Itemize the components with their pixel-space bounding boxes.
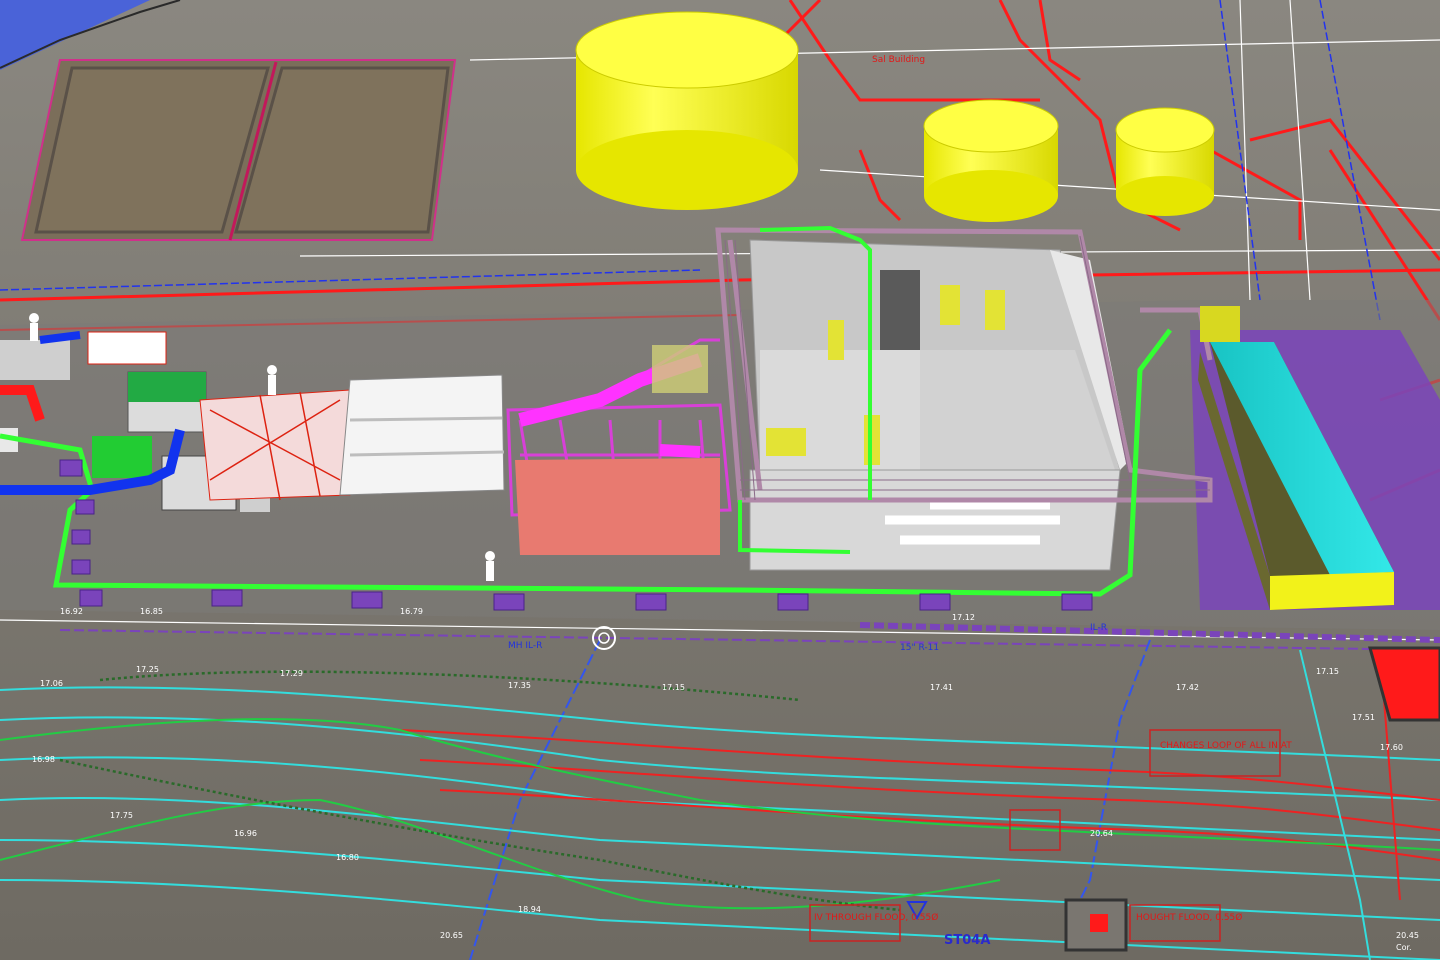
yellow-box: [1200, 306, 1240, 342]
pipe-tag-right: IL-R: [1090, 623, 1107, 633]
elev-label: 20.64: [1090, 829, 1113, 838]
elev-label: 17.51: [1352, 713, 1375, 722]
elev-label: 17.15: [1316, 667, 1339, 676]
station-label: ST04A: [944, 933, 990, 948]
elev-label: 17.29: [280, 669, 303, 678]
elev-label: 16.85: [140, 607, 163, 616]
flood-note-2: IV THROUGH FLOOD, 0.55Ø: [814, 912, 938, 923]
elev-label: 20.65: [440, 931, 463, 940]
settling-basins: [20, 59, 457, 241]
elev-label: 17.35: [508, 681, 531, 690]
elev-label: 16.98: [32, 755, 55, 764]
building-label: Sal Building: [872, 55, 925, 65]
storage-tank-small: [1115, 107, 1215, 216]
treatment-structure: [749, 239, 1130, 571]
elev-label: 17.41: [930, 683, 953, 692]
elev-label: 16.80: [336, 853, 359, 862]
plant-model-scene: Sal Building IL-R 15" R-11 MH IL-R CHANG…: [0, 0, 1440, 960]
flood-note-1: HOUGHT FLOOD, 0.55Ø: [1136, 912, 1242, 923]
elev-label: 17.60: [1380, 743, 1403, 752]
elev-label: 20.45: [1396, 931, 1419, 940]
tank-box: [652, 345, 708, 393]
manhole-tag: MH IL-R: [508, 641, 542, 651]
elev-label: 17.12: [952, 613, 975, 622]
storage-tank-large: [575, 11, 799, 210]
elev-label: 16.79: [400, 607, 423, 616]
storage-tank-medium: [923, 99, 1059, 222]
elev-label: 18.94: [518, 905, 541, 914]
elev-label: 16.92: [60, 607, 83, 616]
elev-label: 17.15: [662, 683, 685, 692]
elev-label: 17.25: [136, 665, 159, 674]
salmon-pad: [515, 458, 720, 555]
elev-label: 17.75: [110, 811, 133, 820]
elev-label: 16.96: [234, 829, 257, 838]
main-line-tag: 15" R-11: [900, 643, 939, 653]
changes-note: CHANGES LOOP OF ALL IN AT: [1160, 741, 1292, 751]
elev-label: 17.06: [40, 679, 63, 688]
cad-3d-viewport[interactable]: Sal Building IL-R 15" R-11 MH IL-R CHANG…: [0, 0, 1440, 960]
corner-text: Cor.: [1396, 943, 1412, 952]
elev-label: 17.42: [1176, 683, 1199, 692]
